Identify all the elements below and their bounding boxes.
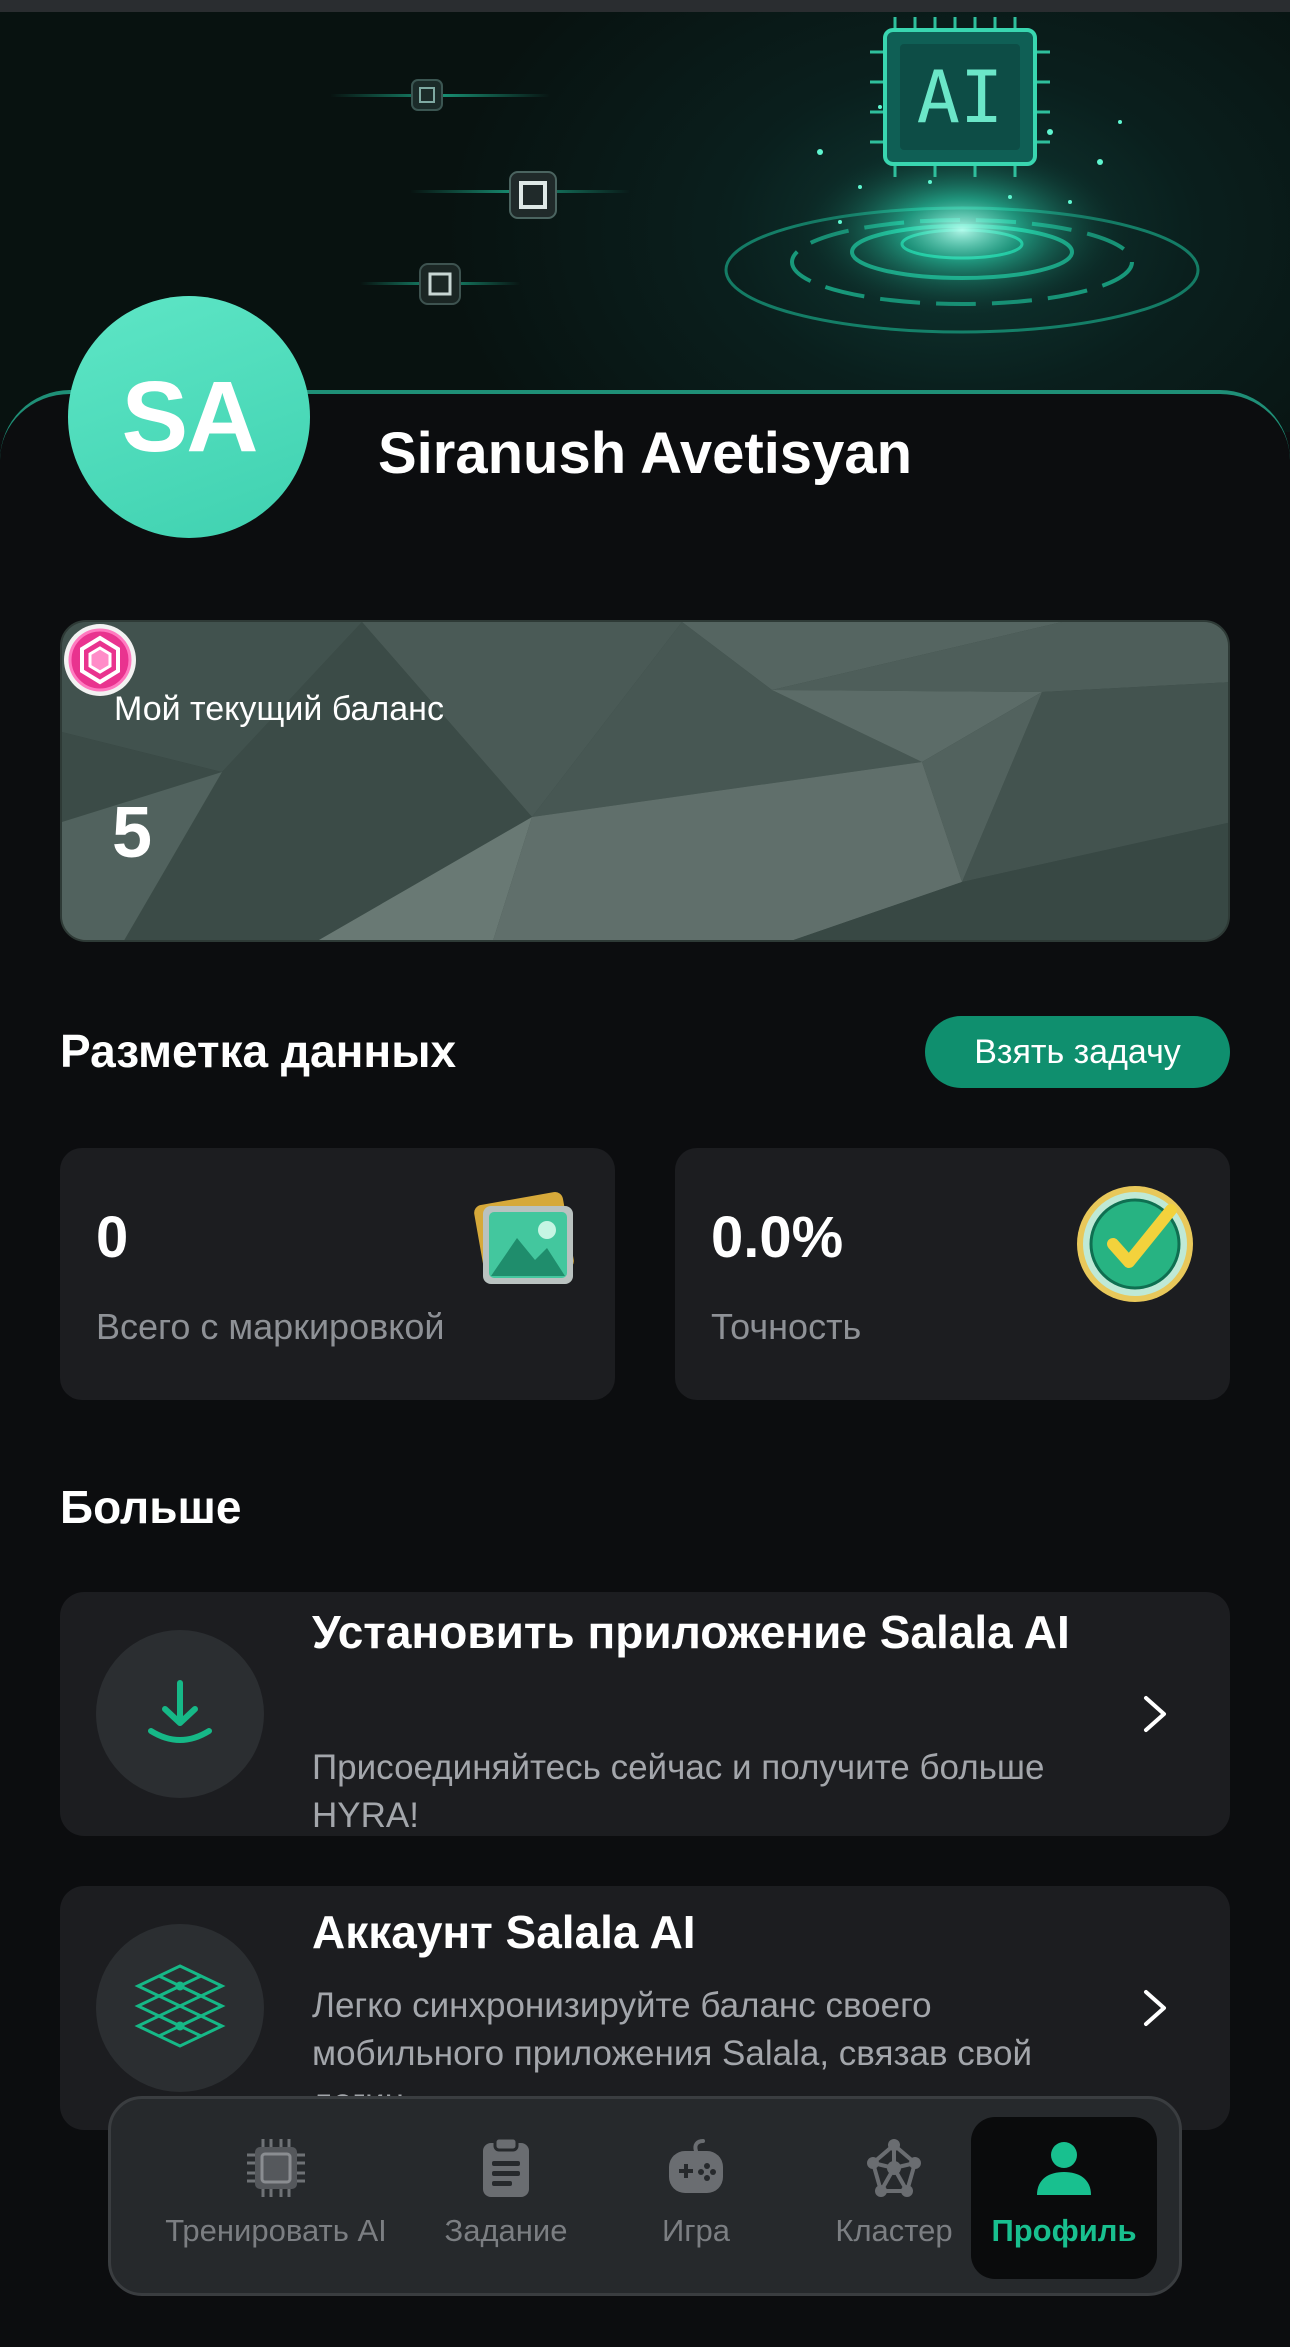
chip-icon <box>247 2139 305 2197</box>
balance-value: 5 <box>112 793 153 873</box>
chevron-right-icon <box>1144 1990 1166 2026</box>
nav-label: Тренировать AI <box>165 2213 387 2248</box>
download-icon <box>148 1680 212 1743</box>
avatar[interactable]: SA <box>68 296 310 538</box>
stat-card-total-labeled: 0 Всего с маркировкой <box>60 1148 615 1400</box>
stat-value: 0.0% <box>711 1205 844 1270</box>
small-chip-icon <box>509 171 557 219</box>
labeling-section-title: Разметка данных <box>60 1025 457 1077</box>
salala-account-item[interactable]: Аккаунт Salala AI Легко синхронизируйте … <box>60 1886 1230 2130</box>
install-app-description: Присоединяйтесь сейчас и получите больше… <box>312 1748 1045 1835</box>
nav-item-profile[interactable]: Профиль <box>971 2117 1157 2279</box>
user-icon <box>1037 2142 1091 2195</box>
stat-label: Всего с маркировкой <box>96 1306 445 1347</box>
balance-card: Мой текущий баланс 5 <box>60 620 1230 942</box>
nav-item-game[interactable]: Игра <box>611 2117 781 2279</box>
small-chip-icon <box>419 263 461 305</box>
hyra-coin-icon <box>64 624 136 696</box>
layers-network-icon <box>134 1964 226 2048</box>
nav-item-train-ai[interactable]: Тренировать AI <box>151 2117 401 2279</box>
check-badge-icon <box>1077 1186 1193 1302</box>
network-icon <box>867 2139 921 2197</box>
nav-label: Игра <box>661 2213 731 2248</box>
small-chip-icon <box>411 79 443 111</box>
chevron-right-icon <box>1144 1696 1166 1732</box>
download-icon-wrap <box>96 1630 264 1798</box>
user-name: Siranush Avetisyan <box>378 421 913 486</box>
stat-card-accuracy: 0.0% Точность <box>675 1148 1230 1400</box>
account-icon-wrap <box>96 1924 264 2092</box>
gamepad-icon <box>669 2139 723 2193</box>
balance-card-pattern <box>62 622 1228 940</box>
nav-label: Профиль <box>991 2213 1137 2248</box>
image-gallery-icon <box>474 1192 574 1284</box>
svg-text:AI: AI <box>917 55 1004 139</box>
bottom-navigation: Тренировать AI Задание Игра Кластер Проф… <box>108 2096 1182 2296</box>
balance-label: Мой текущий баланс <box>114 690 444 728</box>
more-section-title: Больше <box>60 1481 242 1533</box>
status-bar <box>0 0 1290 12</box>
stat-value: 0 <box>96 1205 129 1270</box>
nav-item-tasks[interactable]: Задание <box>416 2117 596 2279</box>
install-app-item[interactable]: Установить приложение Salala AI Присоеди… <box>60 1592 1230 1836</box>
clipboard-icon <box>483 2136 529 2197</box>
take-task-button[interactable]: Взять задачу <box>925 1016 1230 1088</box>
profile-screen: AI SA Siranush Avetisyan Мой текущий бал… <box>0 0 1290 2347</box>
ai-chip-icon: AI <box>870 17 1050 177</box>
nav-label: Кластер <box>835 2213 953 2248</box>
nav-label: Задание <box>444 2213 568 2248</box>
install-app-title: Установить приложение Salala AI <box>312 1606 1070 1658</box>
salala-account-title: Аккаунт Salala AI <box>312 1906 696 1958</box>
nav-item-cluster[interactable]: Кластер <box>799 2117 989 2279</box>
stat-label: Точность <box>711 1306 862 1347</box>
avatar-initials: SA <box>121 360 259 473</box>
